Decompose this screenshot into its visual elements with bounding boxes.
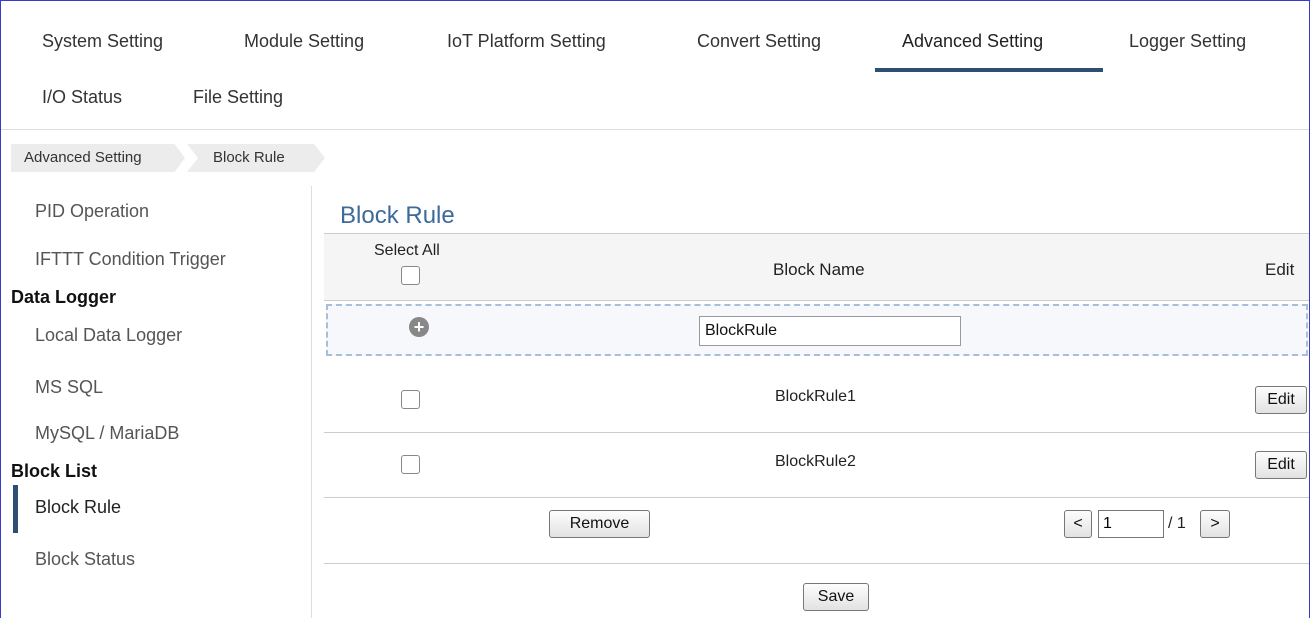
select-all-label: Select All xyxy=(374,242,440,259)
new-block-row: + xyxy=(326,304,1308,356)
page-number-input[interactable] xyxy=(1098,510,1164,538)
active-tab-indicator xyxy=(875,68,1103,72)
sidebar-item-ifttt-condition-trigger[interactable]: IFTTT Condition Trigger xyxy=(35,249,226,270)
page-title: Block Rule xyxy=(340,202,455,229)
select-all-checkbox[interactable] xyxy=(401,266,420,285)
breadcrumb-advanced-setting[interactable]: Advanced Setting xyxy=(11,144,185,172)
top-nav: System Setting Module Setting IoT Platfo… xyxy=(1,1,1309,130)
row-checkbox[interactable] xyxy=(401,390,420,409)
column-header-block-name: Block Name xyxy=(773,260,865,279)
row-checkbox[interactable] xyxy=(401,455,420,474)
page-total: / 1 xyxy=(1168,515,1186,532)
sidebar-item-block-status[interactable]: Block Status xyxy=(35,549,135,570)
sidebar-group-block-list: Block List xyxy=(11,461,98,481)
table-header: Select All Block Name Edit xyxy=(324,233,1309,301)
tab-module-setting[interactable]: Module Setting xyxy=(244,31,364,52)
prev-page-button[interactable]: < xyxy=(1064,510,1092,538)
tab-system-setting[interactable]: System Setting xyxy=(42,31,163,52)
column-header-edit: Edit xyxy=(1265,260,1295,279)
sidebar-item-pid-operation[interactable]: PID Operation xyxy=(35,201,149,222)
edit-button[interactable]: Edit xyxy=(1255,386,1307,414)
tab-convert-setting[interactable]: Convert Setting xyxy=(697,31,821,52)
breadcrumb-block-rule[interactable]: Block Rule xyxy=(187,144,325,172)
sidebar: PID Operation IFTTT Condition Trigger Da… xyxy=(1,186,312,618)
add-block-icon[interactable]: + xyxy=(409,317,429,337)
sidebar-item-ms-sql[interactable]: MS SQL xyxy=(35,377,103,398)
sidebar-active-indicator xyxy=(13,485,18,533)
tab-io-status[interactable]: I/O Status xyxy=(42,87,122,108)
sidebar-item-mysql-mariadb[interactable]: MySQL / MariaDB xyxy=(35,423,179,444)
block-name: BlockRule2 xyxy=(775,453,856,470)
table-footer: Remove < / 1 > xyxy=(324,497,1309,564)
block-name: BlockRule1 xyxy=(775,388,856,405)
tab-file-setting[interactable]: File Setting xyxy=(193,87,283,108)
next-page-button[interactable]: > xyxy=(1200,510,1230,538)
remove-button[interactable]: Remove xyxy=(549,510,650,538)
table-row: BlockRule1 Edit xyxy=(324,366,1309,433)
sidebar-item-block-rule[interactable]: Block Rule xyxy=(35,497,121,518)
save-button[interactable]: Save xyxy=(803,583,869,611)
sidebar-item-local-data-logger[interactable]: Local Data Logger xyxy=(35,325,182,346)
app-frame: System Setting Module Setting IoT Platfo… xyxy=(0,0,1310,618)
sidebar-group-data-logger: Data Logger xyxy=(11,287,117,307)
table-row: BlockRule2 Edit xyxy=(324,431,1309,498)
edit-button[interactable]: Edit xyxy=(1255,451,1307,479)
tab-iot-platform-setting[interactable]: IoT Platform Setting xyxy=(447,31,606,52)
new-block-name-input[interactable] xyxy=(699,316,961,346)
tab-logger-setting[interactable]: Logger Setting xyxy=(1129,31,1246,52)
tab-advanced-setting[interactable]: Advanced Setting xyxy=(902,31,1043,52)
